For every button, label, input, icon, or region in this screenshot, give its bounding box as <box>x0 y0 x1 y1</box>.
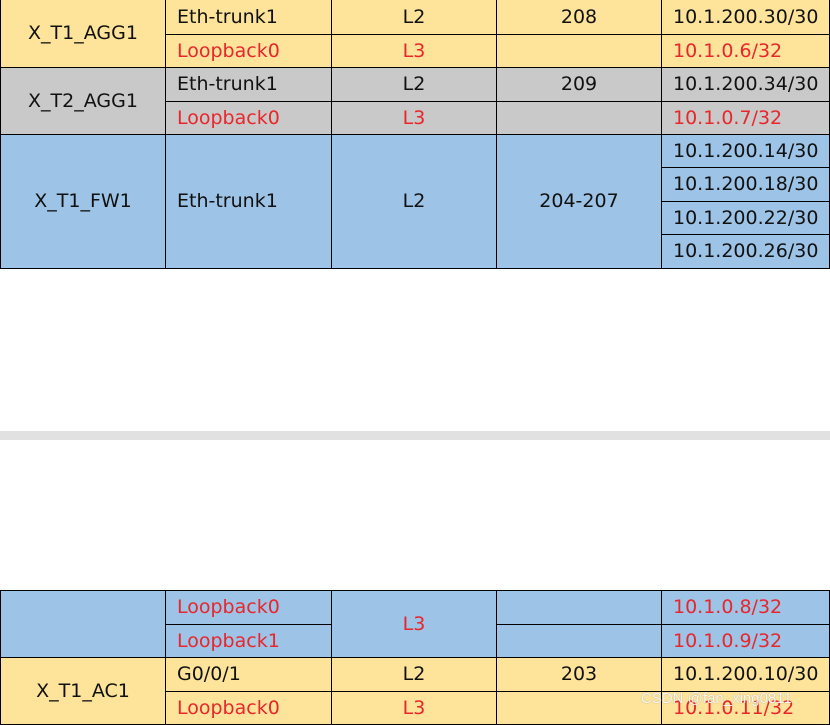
device-cell: X_T2_AGG1 <box>0 67 166 135</box>
device-cell: X_T1_FW1 <box>0 134 166 269</box>
layer-cell: L2 <box>331 134 497 269</box>
vlan-cell <box>496 590 662 625</box>
interface-cell: Eth-trunk1 <box>165 67 332 102</box>
ip-cell: 10.1.200.14/30 <box>661 134 830 168</box>
layer-cell: L3 <box>331 101 497 135</box>
layer-cell: L3 <box>331 590 497 658</box>
interface-table-top: X_T1_AGG1 Eth-trunk1 L2 208 10.1.200.30/… <box>0 0 830 269</box>
layer-cell: L2 <box>331 0 497 35</box>
ip-cell: 10.1.200.22/30 <box>661 201 830 235</box>
section-divider <box>0 431 830 440</box>
ip-cell: 10.1.200.26/30 <box>661 234 830 269</box>
interface-cell: Loopback0 <box>165 590 332 625</box>
layer-cell: L2 <box>331 67 497 102</box>
vlan-cell <box>496 34 662 68</box>
watermark: CSDN @fan_xing0811 <box>641 690 792 707</box>
ip-cell: 10.1.200.18/30 <box>661 167 830 202</box>
interface-cell: Eth-trunk1 <box>165 0 332 35</box>
ip-cell: 10.1.200.34/30 <box>661 67 830 102</box>
interface-cell: Loopback1 <box>165 624 332 658</box>
vlan-cell <box>496 101 662 135</box>
vlan-cell: 208 <box>496 0 662 35</box>
interface-cell: G0/0/1 <box>165 657 332 692</box>
ip-cell: 10.1.200.10/30 <box>661 657 830 692</box>
vlan-cell: 209 <box>496 67 662 102</box>
ip-cell: 10.1.0.7/32 <box>661 101 830 135</box>
interface-cell: Eth-trunk1 <box>165 134 332 269</box>
device-cell: X_T1_AC1 <box>0 657 166 725</box>
vlan-cell: 204-207 <box>496 134 662 269</box>
ip-cell: 10.1.0.9/32 <box>661 624 830 658</box>
vlan-cell <box>496 691 662 725</box>
device-cell <box>0 590 166 658</box>
vlan-cell: 203 <box>496 657 662 692</box>
interface-cell: Loopback0 <box>165 34 332 68</box>
interface-cell: Loopback0 <box>165 101 332 135</box>
ip-cell: 10.1.200.30/30 <box>661 0 830 35</box>
vlan-cell <box>496 624 662 658</box>
device-cell: X_T1_AGG1 <box>0 0 166 68</box>
layer-cell: L3 <box>331 34 497 68</box>
interface-cell: Loopback0 <box>165 691 332 725</box>
layer-cell: L3 <box>331 691 497 725</box>
ip-cell: 10.1.0.6/32 <box>661 34 830 68</box>
layer-cell: L2 <box>331 657 497 692</box>
ip-cell: 10.1.0.8/32 <box>661 590 830 625</box>
